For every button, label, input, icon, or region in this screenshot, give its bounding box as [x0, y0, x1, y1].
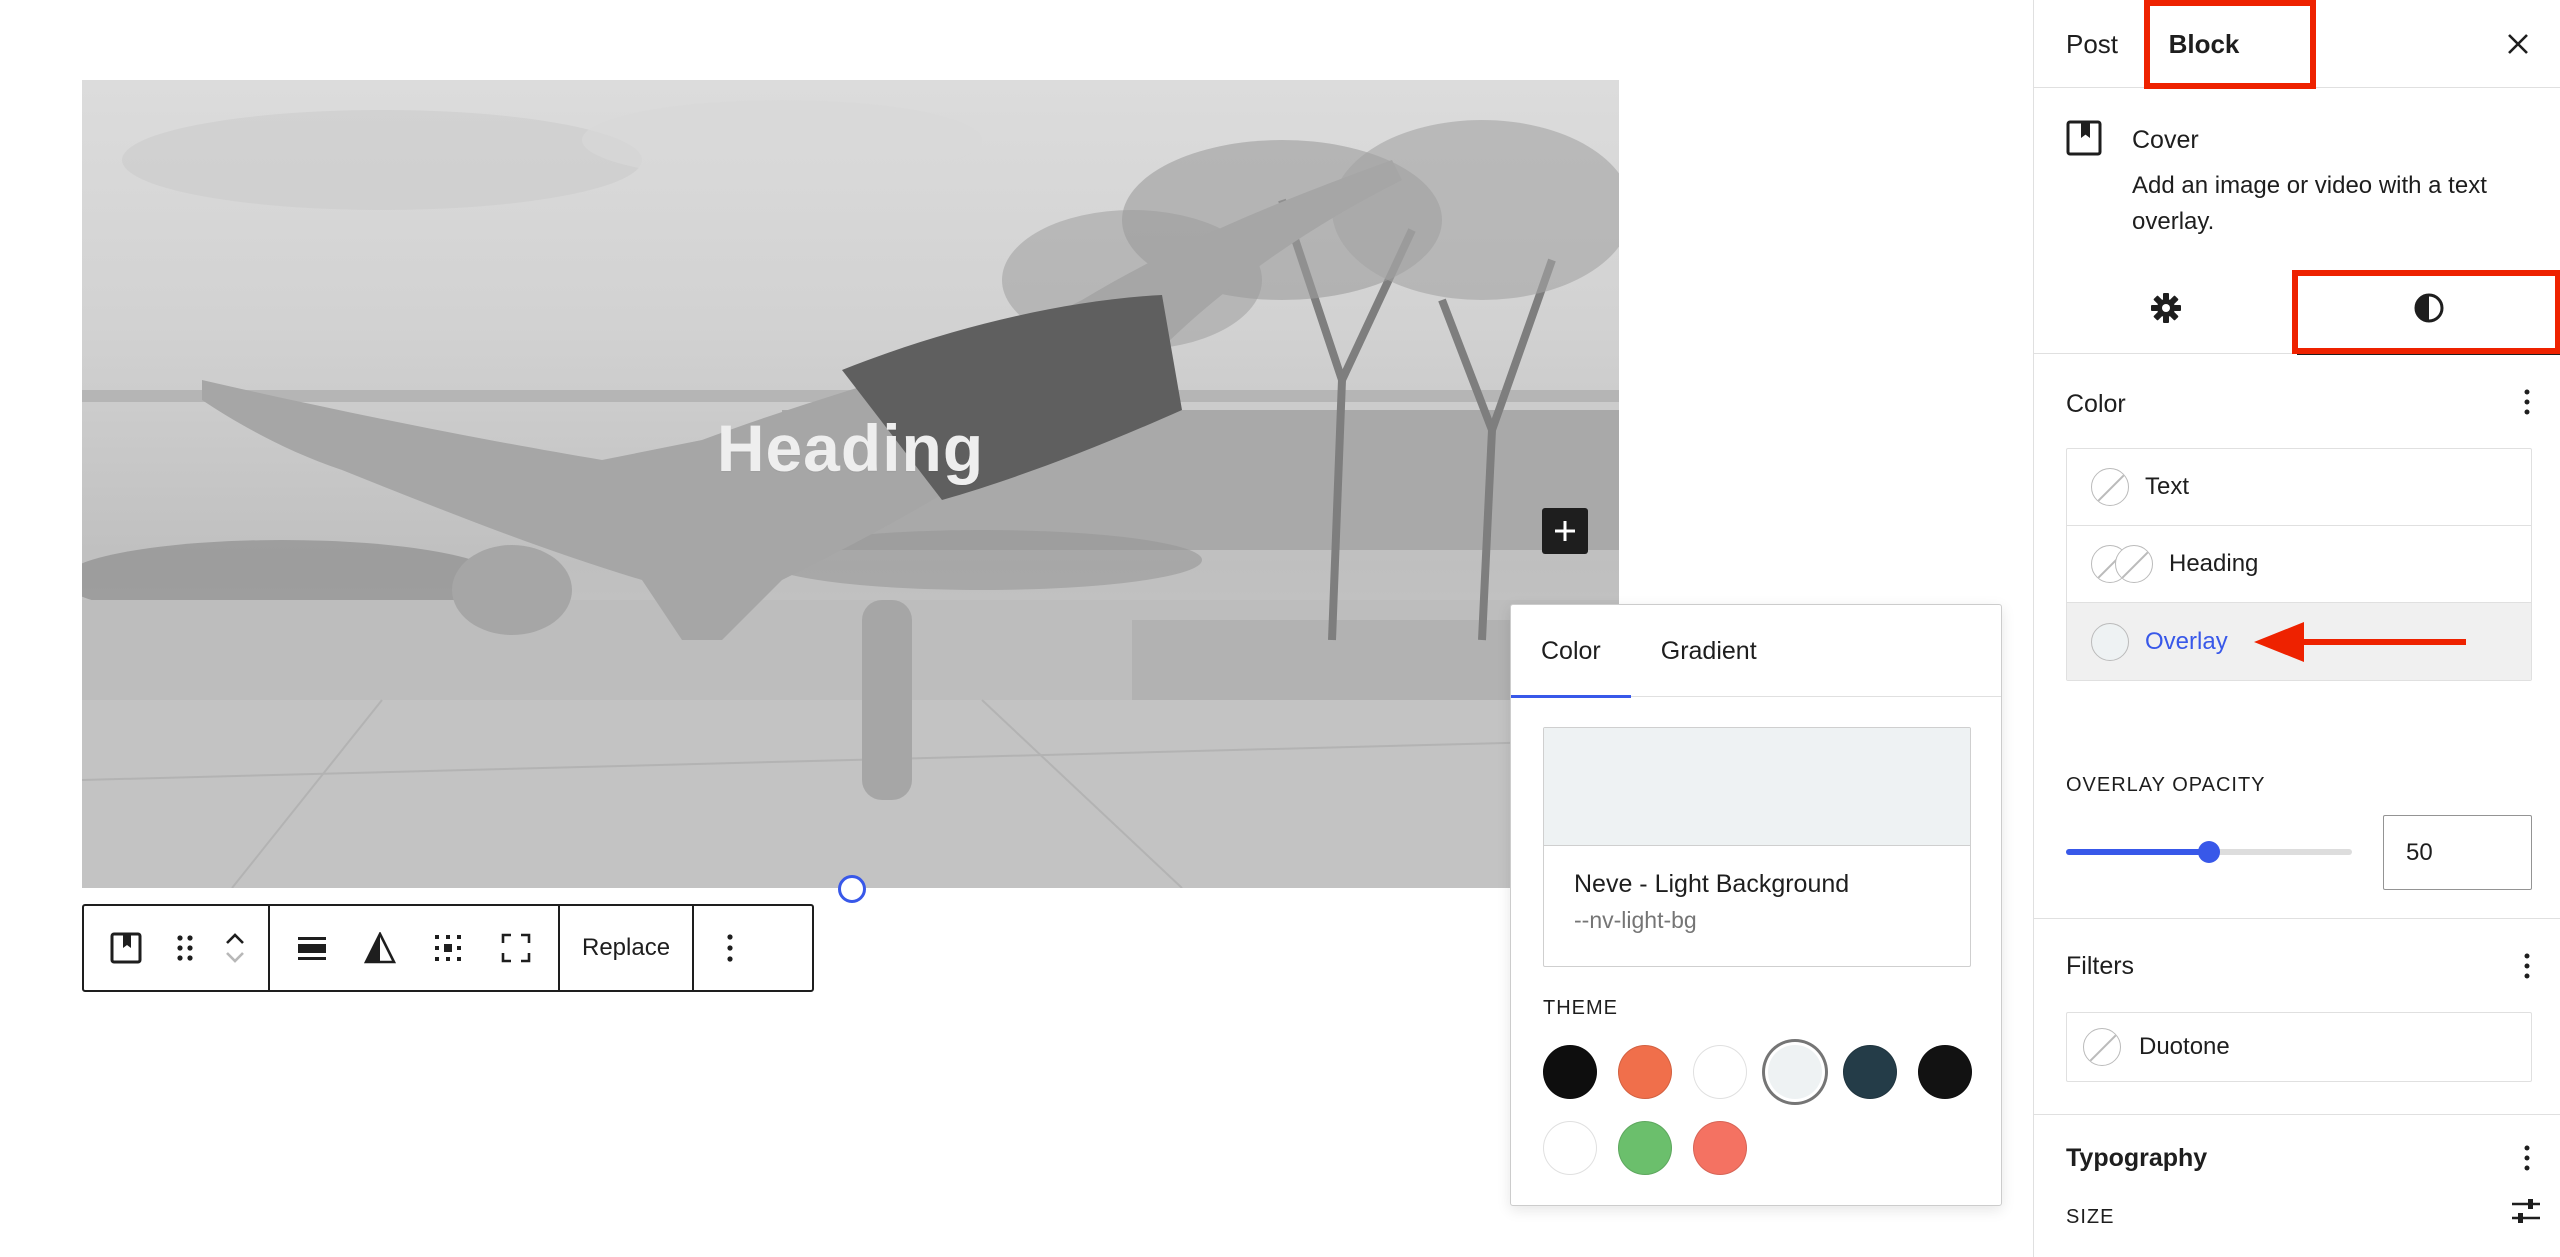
toolbar-group-block: [84, 906, 270, 990]
no-color-indicator-icon: [2115, 545, 2153, 583]
custom-size-button[interactable]: [2510, 1196, 2542, 1231]
block-toolbar: Replace: [82, 904, 814, 992]
more-vertical-icon: [2524, 1145, 2530, 1171]
heading-color-indicators: [2091, 545, 2153, 583]
sidebar-header: Post Block: [2034, 0, 2560, 89]
align-button[interactable]: [278, 906, 346, 990]
filters-panel-title: Filters: [2066, 952, 2135, 980]
duotone-button[interactable]: [346, 906, 414, 990]
no-color-indicator-icon: [2083, 1028, 2121, 1066]
typography-panel-title: Typography: [2066, 1144, 2208, 1172]
filters-panel-options-button[interactable]: [2512, 948, 2542, 984]
overlay-opacity-slider[interactable]: [2066, 840, 2352, 864]
swatch-coral[interactable]: [1693, 1121, 1747, 1175]
theme-swatches: [1543, 1045, 1983, 1175]
gear-icon: [2150, 293, 2181, 323]
font-size-label: SIZE: [2066, 1206, 2115, 1228]
block-movers: [210, 906, 260, 990]
color-item-text[interactable]: Text: [2067, 449, 2531, 526]
block-title: Cover: [2132, 126, 2199, 154]
replace-button[interactable]: Replace: [568, 906, 684, 990]
cover-block[interactable]: Heading: [82, 80, 1619, 888]
drag-handle[interactable]: [160, 906, 210, 990]
cover-block-icon: [2066, 120, 2102, 156]
swatch-near-black[interactable]: [1918, 1045, 1972, 1099]
color-item-label: Text: [2145, 473, 2190, 500]
swatch-white-2[interactable]: [1543, 1121, 1597, 1175]
color-preview-fill: [1544, 728, 1970, 846]
annotation-box-styles-tab: [2292, 270, 2560, 354]
color-variable: --nv-light-bg: [1574, 907, 1697, 933]
toolbar-group-alignment: [270, 906, 560, 990]
more-vertical-icon: [2524, 389, 2530, 415]
align-center-icon: [298, 937, 326, 960]
color-panel-options-button[interactable]: [2512, 384, 2542, 420]
color-item-heading[interactable]: Heading: [2067, 526, 2531, 603]
cover-heading[interactable]: Heading: [82, 410, 1619, 486]
duotone-label: Duotone: [2139, 1033, 2230, 1060]
tab-gradient[interactable]: Gradient: [1631, 605, 1787, 697]
cover-resize-handle[interactable]: [838, 875, 866, 903]
full-height-button[interactable]: [482, 906, 550, 990]
block-inspector-tabs: [2034, 262, 2560, 355]
toolbar-group-options: [694, 906, 766, 990]
slider-fill: [2066, 849, 2209, 855]
block-type-button[interactable]: [92, 906, 160, 990]
more-vertical-icon: [2524, 953, 2530, 979]
toolbar-group-replace: Replace: [560, 906, 695, 990]
slider-thumb[interactable]: [2198, 841, 2220, 863]
filter-icon: [364, 932, 396, 964]
color-picker-popover: Color Gradient Neve - Light Background -…: [1510, 604, 2002, 1206]
swatch-light-background[interactable]: [1768, 1045, 1822, 1099]
swatch-white[interactable]: [1693, 1045, 1747, 1099]
block-options-button[interactable]: [702, 906, 758, 990]
duotone-control[interactable]: Duotone: [2066, 1012, 2532, 1082]
swatch-orange[interactable]: [1618, 1045, 1672, 1099]
tab-post[interactable]: Post: [2066, 0, 2118, 88]
content-position-button[interactable]: [414, 906, 482, 990]
color-name: Neve - Light Background: [1574, 870, 1850, 898]
swatch-dark-slate[interactable]: [1843, 1045, 1897, 1099]
annotation-box-block-tab: [2144, 0, 2316, 89]
color-type-tabs: Color Gradient: [1511, 605, 2001, 698]
theme-palette-label: THEME: [1543, 997, 1618, 1019]
close-sidebar-button[interactable]: [2500, 26, 2536, 62]
block-description: Add an image or video with a text overla…: [2132, 172, 2487, 235]
drag-icon: [177, 935, 193, 961]
no-color-indicator-icon: [2091, 468, 2129, 506]
overlay-opacity-label: OVERLAY OPACITY: [2066, 774, 2266, 796]
color-panel-title: Color: [2066, 390, 2126, 418]
swatch-green[interactable]: [1618, 1121, 1672, 1175]
tab-color[interactable]: Color: [1511, 605, 1631, 698]
selected-color-preview[interactable]: Neve - Light Background --nv-light-bg: [1543, 727, 1971, 967]
move-up-icon[interactable]: [223, 930, 247, 946]
tab-settings[interactable]: [2034, 262, 2297, 354]
overlay-color-indicator-icon: [2091, 622, 2129, 661]
settings-sliders-icon: [2512, 1199, 2540, 1223]
color-item-label: Overlay: [2145, 627, 2228, 655]
more-vertical-icon: [727, 934, 733, 962]
swatch-black[interactable]: [1543, 1045, 1597, 1099]
overlay-opacity-input[interactable]: 50: [2383, 815, 2532, 890]
color-item-label: Heading: [2169, 550, 2259, 577]
annotation-arrow-icon: [2254, 622, 2466, 662]
position-grid-icon: [435, 935, 461, 961]
plus-icon: [1555, 521, 1575, 541]
typography-panel-options-button[interactable]: [2512, 1140, 2542, 1176]
fullscreen-icon: [501, 933, 531, 963]
cover-block-icon: [110, 932, 142, 964]
panel-divider: [2034, 918, 2560, 919]
move-down-icon[interactable]: [223, 950, 247, 966]
panel-divider: [2034, 1114, 2560, 1115]
close-icon: [2508, 34, 2528, 54]
add-block-button[interactable]: [1542, 508, 1588, 554]
